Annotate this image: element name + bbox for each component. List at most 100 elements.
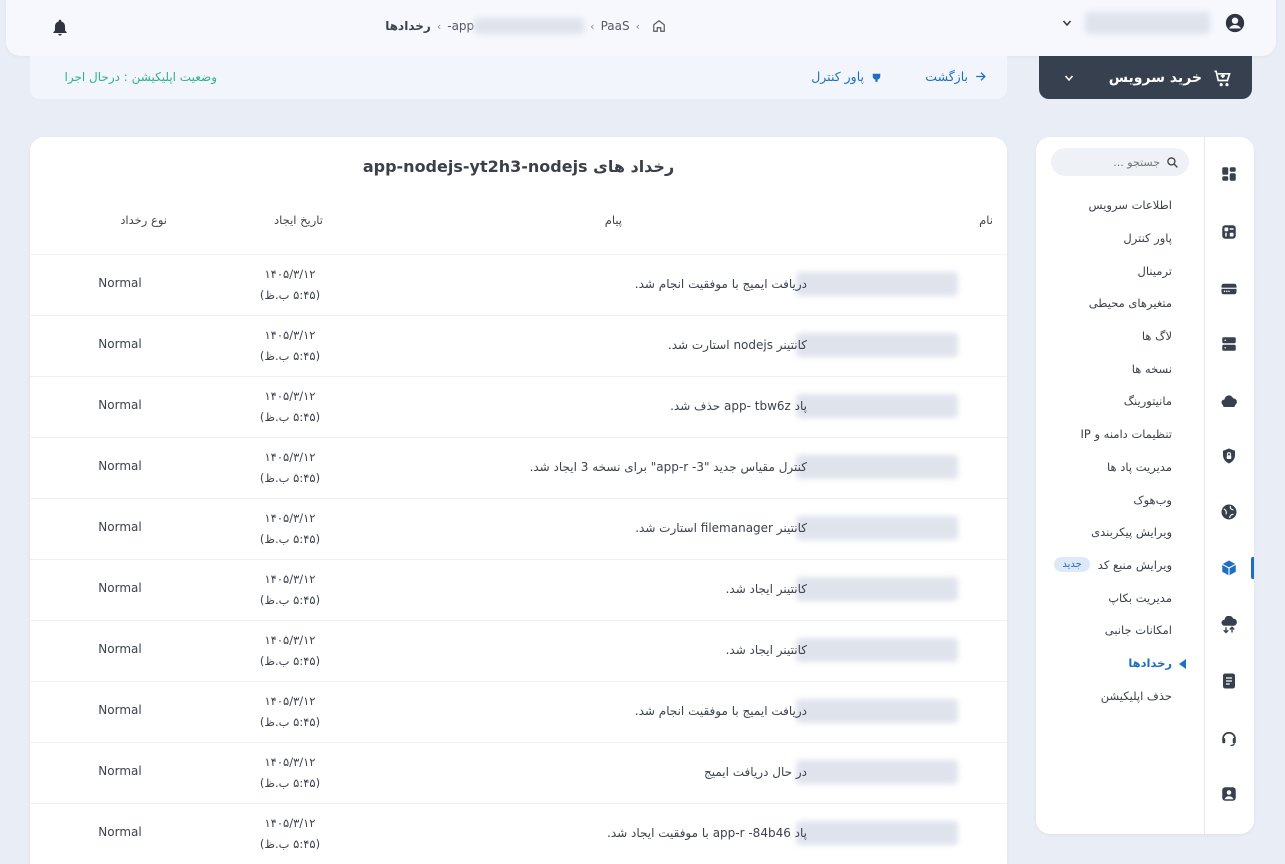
- bell-icon[interactable]: [50, 17, 70, 39]
- new-badge: جدید: [1054, 557, 1090, 573]
- events-table-header: نام پیام تاریخ ایجاد نوع رخداد: [30, 213, 1007, 235]
- event-type: Normal: [98, 520, 142, 534]
- event-date: ۱۴۰۵/۳/۱۲ (۵:۴۵ ب.ظ): [235, 264, 345, 306]
- buy-service-button[interactable]: خرید سرویس: [1039, 56, 1252, 99]
- event-message: در حال دریافت ایمیج: [703, 765, 807, 779]
- sidebar-item-pod-management[interactable]: مدیریت پاد ها: [1032, 451, 1172, 484]
- sidebar-icon-rail: [1204, 137, 1254, 834]
- sidebar-item-env-vars[interactable]: متغیرهای محیطی: [1032, 287, 1172, 320]
- breadcrumb-paas[interactable]: PaaS: [601, 19, 630, 33]
- event-name-blurred: [796, 516, 958, 540]
- sidebar-item-power-control[interactable]: پاور کنترل: [1032, 222, 1172, 255]
- power-control-link[interactable]: پاور کنترل: [811, 69, 883, 84]
- event-type: Normal: [98, 703, 142, 717]
- event-date-time: (۵:۴۵ ب.ظ): [259, 654, 321, 668]
- event-date: ۱۴۰۵/۳/۱۲ (۵:۴۵ ب.ظ): [235, 447, 345, 489]
- document-icon[interactable]: [1220, 672, 1238, 690]
- breadcrumb-chevron-icon: ›: [590, 19, 595, 33]
- event-date-day: ۱۴۰۵/۳/۱۲: [264, 755, 316, 769]
- sidebar-item-backup[interactable]: مدیریت بکاپ: [1032, 581, 1172, 614]
- sidebar-item-events[interactable]: رخدادها: [1032, 647, 1186, 680]
- power-control-label: پاور کنترل: [811, 69, 864, 84]
- chevron-down-icon: [1064, 75, 1074, 81]
- event-date: ۱۴۰۵/۳/۱۲ (۵:۴۵ ب.ظ): [235, 813, 345, 855]
- back-link[interactable]: بازگشت: [925, 69, 987, 84]
- event-date: ۱۴۰۵/۳/۱۲ (۵:۴۵ ب.ظ): [235, 691, 345, 733]
- server-icon[interactable]: [1220, 335, 1238, 353]
- event-date-time: (۵:۴۵ ب.ظ): [259, 288, 321, 302]
- event-name-blurred: [796, 272, 958, 296]
- breadcrumb-app-name-blurred[interactable]: [474, 18, 585, 34]
- table-row: کانتینر ایجاد شد. ۱۴۰۵/۳/۱۲ (۵:۴۵ ب.ظ) No…: [30, 620, 1007, 681]
- sidebar-item-logs[interactable]: لاگ ها: [1032, 320, 1172, 353]
- search-icon: [1167, 156, 1178, 168]
- event-date-time: (۵:۴۵ ب.ظ): [259, 349, 321, 363]
- app-status-bar: بازگشت پاور کنترل وضعیت اپلیکیشن : درحال…: [30, 56, 1007, 99]
- dashboard-icon[interactable]: [1220, 165, 1238, 183]
- event-date-day: ۱۴۰۵/۳/۱۲: [264, 389, 316, 403]
- table-row: کانتینر ایجاد شد. ۱۴۰۵/۳/۱۲ (۵:۴۵ ب.ظ) No…: [30, 559, 1007, 620]
- event-name-blurred: [796, 455, 958, 479]
- event-date: ۱۴۰۵/۳/۱۲ (۵:۴۵ ب.ظ): [235, 752, 345, 794]
- event-date: ۱۴۰۵/۳/۱۲ (۵:۴۵ ب.ظ): [235, 386, 345, 428]
- shield-lock-icon[interactable]: [1220, 447, 1238, 465]
- user-avatar-icon[interactable]: [1224, 12, 1246, 34]
- user-menu[interactable]: [1061, 12, 1246, 34]
- event-type: Normal: [98, 276, 142, 290]
- breadcrumb-app-prefix[interactable]: app-: [447, 19, 474, 33]
- app-status-text: وضعیت اپلیکیشن : درحال اجرا: [64, 70, 217, 84]
- chevron-down-icon[interactable]: [1061, 17, 1073, 29]
- event-date-day: ۱۴۰۵/۳/۱۲: [264, 572, 316, 586]
- sidebar-search[interactable]: جستجو ...: [1051, 148, 1189, 176]
- sidebar-item-delete-app[interactable]: حذف اپلیکیشن: [1032, 679, 1172, 712]
- back-label: بازگشت: [925, 69, 968, 84]
- cloud-drive-icon[interactable]: [1220, 392, 1238, 410]
- headset-icon[interactable]: [1220, 729, 1238, 747]
- event-type: Normal: [98, 337, 142, 351]
- event-date-day: ۱۴۰۵/۳/۱۲: [264, 450, 316, 464]
- table-row: کانتینر filemanager استارت شد. ۱۴۰۵/۳/۱۲…: [30, 498, 1007, 559]
- event-message: پاد app-r -84b46 با موفقیت ایجاد شد.: [607, 826, 807, 840]
- sidebar-item-domain-ip[interactable]: تنظیمات دامنه و IP: [1032, 418, 1172, 451]
- sidebar-item-addons[interactable]: امکانات جانبی: [1032, 614, 1172, 647]
- event-name-blurred: [796, 638, 958, 662]
- home-icon[interactable]: [652, 19, 666, 33]
- search-input[interactable]: جستجو ...: [1113, 156, 1160, 169]
- sidebar-item-edit-source[interactable]: ویرایش منبع کد جدید: [1032, 549, 1172, 582]
- cube-icon[interactable]: [1220, 559, 1238, 577]
- event-date-day: ۱۴۰۵/۳/۱۲: [264, 511, 316, 525]
- cloud-transfer-icon[interactable]: [1220, 616, 1238, 634]
- sidebar-item-edit-config[interactable]: ویرایش پیکربندی: [1032, 516, 1172, 549]
- globe-icon[interactable]: [1220, 503, 1238, 521]
- event-date-time: (۵:۴۵ ب.ظ): [259, 776, 321, 790]
- event-date-time: (۵:۴۵ ب.ظ): [259, 471, 321, 485]
- user-name-blurred[interactable]: [1085, 12, 1210, 34]
- column-header-created: تاریخ ایجاد: [274, 213, 323, 227]
- event-name-blurred: [796, 760, 958, 784]
- event-type: Normal: [98, 642, 142, 656]
- sidebar-item-terminal[interactable]: ترمینال: [1032, 254, 1172, 287]
- breadcrumb-chevron-icon: ›: [436, 19, 442, 33]
- column-header-type: نوع رخداد: [120, 213, 167, 227]
- event-date: ۱۴۰۵/۳/۱۲ (۵:۴۵ ب.ظ): [235, 569, 345, 611]
- event-message: پاد app- tbw6z حذف شد.: [670, 399, 807, 413]
- sidebar-item-service-info[interactable]: اطلاعات سرویس: [1032, 189, 1172, 222]
- event-type: Normal: [98, 764, 142, 778]
- sidebar-item-monitoring[interactable]: مانیتورینگ: [1032, 385, 1172, 418]
- event-date-time: (۵:۴۵ ب.ظ): [259, 837, 321, 851]
- sidebar-menu: اطلاعات سرویس پاور کنترل ترمینال متغیرها…: [1032, 189, 1186, 712]
- event-date-time: (۵:۴۵ ب.ظ): [259, 532, 321, 546]
- table-row: پاد app-r -84b46 با موفقیت ایجاد شد. ۱۴۰…: [30, 803, 1007, 864]
- apps-icon[interactable]: [1220, 223, 1238, 241]
- event-name-blurred: [796, 699, 958, 723]
- event-name-blurred: [796, 577, 958, 601]
- storage-icon[interactable]: [1220, 280, 1238, 298]
- event-date-day: ۱۴۰۵/۳/۱۲: [264, 816, 316, 830]
- event-date: ۱۴۰۵/۳/۱۲ (۵:۴۵ ب.ظ): [235, 325, 345, 367]
- events-card: رخداد های app-nodejs-yt2h3-nodejs نام پی…: [30, 137, 1007, 864]
- event-date-day: ۱۴۰۵/۳/۱۲: [264, 694, 316, 708]
- event-date-day: ۱۴۰۵/۳/۱۲: [264, 267, 316, 281]
- account-icon[interactable]: [1220, 785, 1238, 803]
- sidebar-item-versions[interactable]: نسخه ها: [1032, 352, 1172, 385]
- sidebar-item-webhook[interactable]: وب‌هوک: [1032, 483, 1172, 516]
